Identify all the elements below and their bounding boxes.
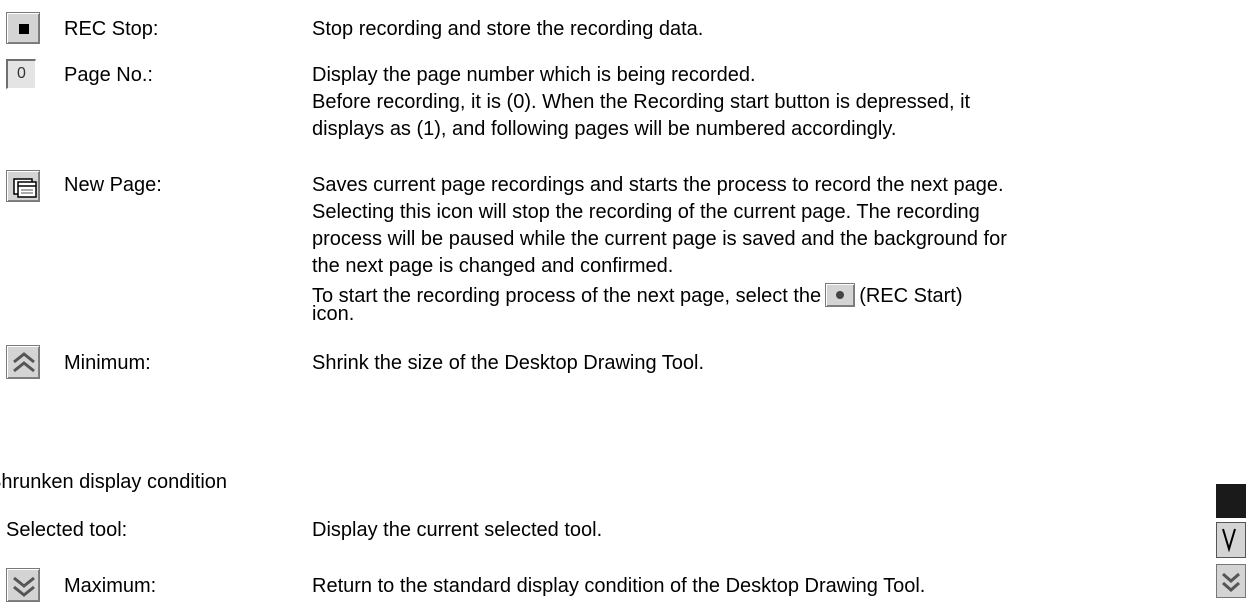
new-page-desc-line-2: Selecting this icon will stop the record… xyxy=(312,201,980,223)
selected-tool-label: Selected tool: xyxy=(6,519,128,541)
new-page-label: New Page: xyxy=(64,174,162,196)
maximum-label: Maximum: xyxy=(64,575,157,597)
minimize-chevrons-up-icon[interactable] xyxy=(6,345,40,379)
chevrons-down-small-glyph xyxy=(1222,572,1240,592)
selected-tool-desc: Display the current selected tool. xyxy=(312,519,603,541)
page-number-display: 0 xyxy=(6,59,36,89)
new-page-desc-line-5-before: To start the recording process of the ne… xyxy=(312,285,822,307)
shrunken-toolbar-fragment xyxy=(1216,484,1246,613)
toolbar-titlebar xyxy=(1216,484,1246,518)
stop-icon[interactable] xyxy=(6,12,40,44)
new-page-desc-line-6: icon. xyxy=(312,303,355,325)
stop-square-glyph xyxy=(19,24,29,34)
rec-start-dot xyxy=(836,291,845,299)
rec-stop-desc: Stop recording and store the recording d… xyxy=(312,18,704,40)
chevrons-up-glyph xyxy=(13,352,35,373)
section-heading: Shrunken display condition xyxy=(0,471,228,493)
maximum-desc: Return to the standard display condition… xyxy=(312,575,926,597)
maximize-chevrons-down-icon[interactable] xyxy=(6,568,40,602)
new-page-desc-line-1: Saves current page recordings and starts… xyxy=(312,174,1004,196)
new-page-desc-line-3: process will be paused while the current… xyxy=(312,228,1007,250)
rec-stop-label: REC Stop: xyxy=(64,18,159,40)
pen-tool-glyph xyxy=(1222,528,1236,553)
page-no-desc-line-3: displays as (1), and following pages wil… xyxy=(312,118,897,140)
chevrons-down-glyph xyxy=(13,576,35,597)
new-page-glyph xyxy=(13,178,37,198)
page-no-desc-line-1: Display the page number which is being r… xyxy=(312,64,756,86)
page-no-label: Page No.: xyxy=(64,64,153,86)
new-page-desc-line-5-after: (REC Start) xyxy=(859,285,963,307)
page-no-desc-line-2: Before recording, it is (0). When the Re… xyxy=(312,91,971,113)
new-page-desc-line-5: To start the recording process of the ne… xyxy=(312,283,963,308)
minimum-label: Minimum: xyxy=(64,352,151,374)
selected-tool-icon[interactable] xyxy=(1216,522,1246,558)
new-page-icon[interactable] xyxy=(6,170,40,202)
rec-start-icon[interactable] xyxy=(825,283,856,307)
new-page-desc-line-4: the next page is changed and confirmed. xyxy=(312,255,674,277)
minimum-desc: Shrink the size of the Desktop Drawing T… xyxy=(312,352,705,374)
toolbar-maximize-icon[interactable] xyxy=(1216,564,1246,598)
